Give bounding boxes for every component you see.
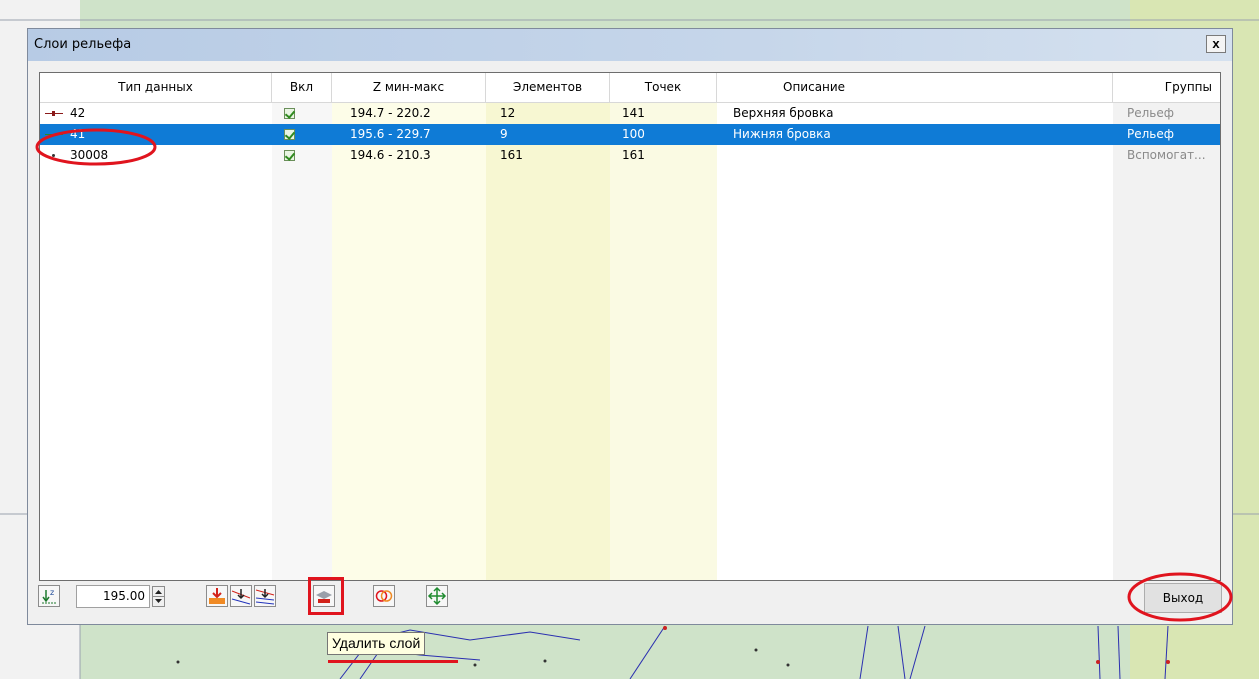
sort-z-button[interactable]: z xyxy=(38,585,60,607)
layers-table: Тип данных Вкл Z мин-макс Элементов Точе… xyxy=(39,72,1221,581)
header-elements[interactable]: Элементов xyxy=(486,73,610,102)
visibility-checkbox[interactable] xyxy=(284,129,295,140)
cell-group: Рельеф xyxy=(1127,106,1175,120)
svg-text:z: z xyxy=(50,588,54,597)
header-on[interactable]: Вкл xyxy=(272,73,332,102)
point-style-icon xyxy=(52,154,55,157)
table-row-selected[interactable]: 41 195.6 - 229.7 9 100 Нижняя бровка Рел… xyxy=(40,124,1220,145)
cell-elements: 12 xyxy=(500,106,516,120)
cell-points: 141 xyxy=(622,106,645,120)
level-input[interactable]: 195.00 xyxy=(76,585,150,608)
header-groups[interactable]: Группы xyxy=(1113,73,1220,102)
header-z[interactable]: Z мин-макс xyxy=(332,73,486,102)
level-spinner[interactable] xyxy=(152,586,165,607)
table-row[interactable]: 42 194.7 - 220.2 12 141 Верхняя бровка Р… xyxy=(40,103,1220,124)
cell-type: 30008 xyxy=(70,148,109,162)
cell-z: 194.6 - 210.3 xyxy=(350,148,431,162)
intersect-button[interactable] xyxy=(373,585,395,607)
cell-description: Верхняя бровка xyxy=(733,106,834,120)
table-row[interactable]: 30008 194.6 - 210.3 161 161 Вспомогат... xyxy=(40,145,1220,166)
exit-button[interactable]: Выход xyxy=(1144,583,1222,613)
move-icon xyxy=(427,586,447,606)
cell-description: Нижняя бровка xyxy=(733,127,831,141)
add-layer-icon xyxy=(209,588,225,604)
cell-elements: 9 xyxy=(500,127,508,141)
tooltip: Удалить слой xyxy=(327,632,426,655)
header-points[interactable]: Точек xyxy=(610,73,717,102)
cell-points: 161 xyxy=(622,148,645,162)
move-button[interactable] xyxy=(426,585,448,607)
cell-z: 194.7 - 220.2 xyxy=(350,106,431,120)
delete-button-highlight xyxy=(308,577,344,615)
tooltip-underline xyxy=(328,660,458,663)
line-style-icon xyxy=(45,134,63,135)
header-type[interactable]: Тип данных xyxy=(40,73,272,102)
cell-points: 100 xyxy=(622,127,645,141)
add-layer-button[interactable] xyxy=(206,585,228,607)
dialog-titlebar[interactable]: Слои рельефа x xyxy=(28,29,1232,61)
header-description[interactable]: Описание xyxy=(717,73,1113,102)
spinner-arrows-icon xyxy=(153,590,164,603)
cell-group: Вспомогат... xyxy=(1127,148,1206,162)
intersect-icon xyxy=(375,590,393,602)
import-layer-button[interactable] xyxy=(230,585,252,607)
sort-z-icon: z xyxy=(42,588,56,604)
cell-elements: 161 xyxy=(500,148,523,162)
close-button[interactable]: x xyxy=(1206,35,1226,53)
visibility-checkbox[interactable] xyxy=(284,108,295,119)
relief-layers-dialog: Слои рельефа x Тип данных Вкл Z мин-макс… xyxy=(27,28,1233,625)
line-node-icon xyxy=(52,111,55,116)
merge-layer-icon xyxy=(255,589,275,605)
cell-type: 41 xyxy=(70,127,86,141)
import-layer-icon xyxy=(231,589,251,605)
cell-type: 42 xyxy=(70,106,86,120)
cell-z: 195.6 - 229.7 xyxy=(350,127,431,141)
merge-layer-button[interactable] xyxy=(254,585,276,607)
cell-group: Рельеф xyxy=(1127,127,1175,141)
table-header: Тип данных Вкл Z мин-макс Элементов Точе… xyxy=(40,73,1220,103)
dialog-title: Слои рельефа xyxy=(34,37,132,52)
visibility-checkbox[interactable] xyxy=(284,150,295,161)
